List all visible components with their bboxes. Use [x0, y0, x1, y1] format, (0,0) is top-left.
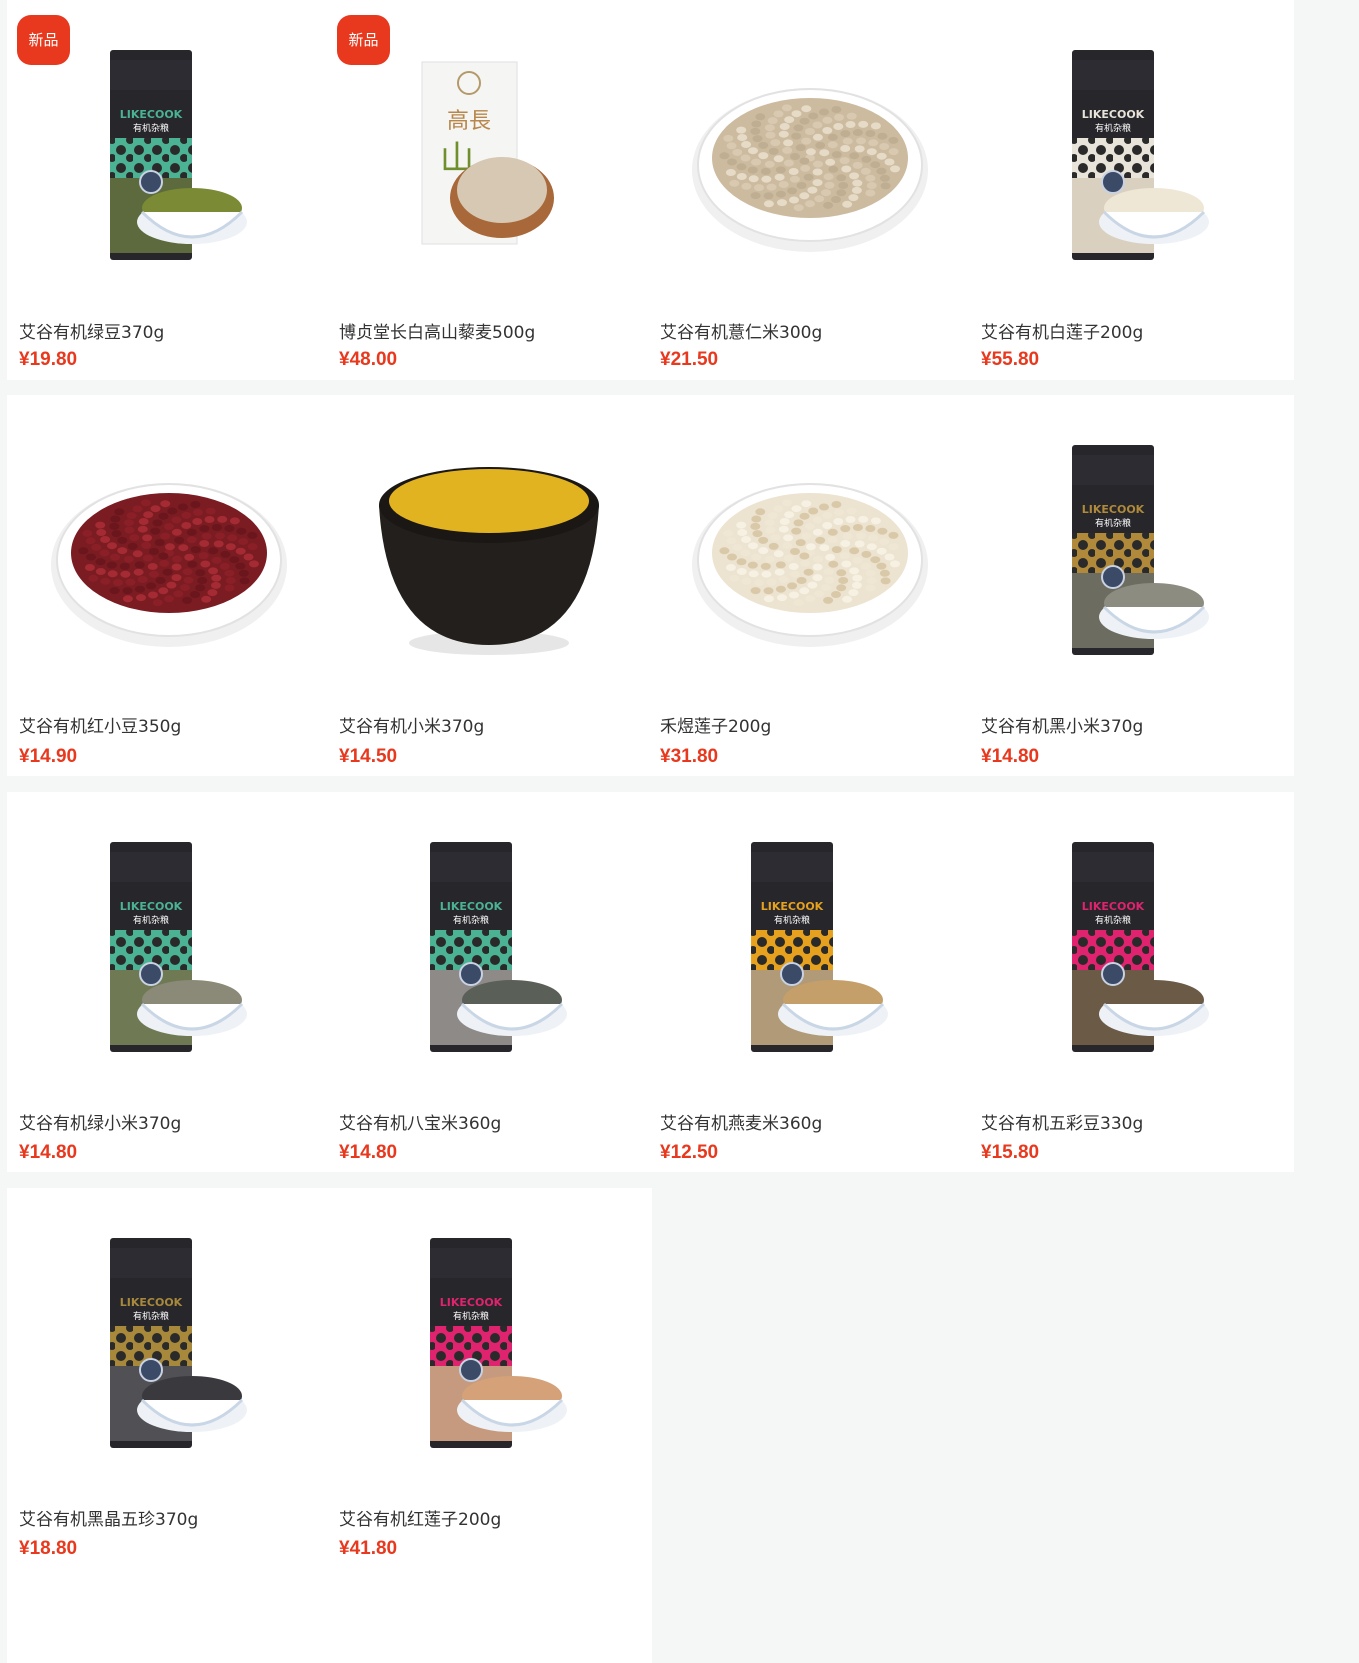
product-card[interactable]: 高長 山 新品 博贞堂长白高山藜麦500g ¥48.00 — [327, 0, 652, 380]
product-price: ¥14.80 — [339, 1142, 398, 1163]
product-name[interactable]: 艾谷有机小米370g — [339, 712, 484, 737]
svg-text:有机杂粮: 有机杂粮 — [1095, 122, 1131, 134]
svg-text:LIKECOOK: LIKECOOK — [1082, 503, 1145, 516]
svg-text:高長: 高長 — [447, 109, 491, 134]
product-price: ¥41.80 — [339, 1538, 398, 1559]
svg-text:有机杂粮: 有机杂粮 — [1095, 517, 1131, 529]
product-price: ¥19.80 — [19, 349, 78, 370]
product-name[interactable]: 艾谷有机黑小米370g — [981, 712, 1143, 737]
product-name[interactable]: 艾谷有机八宝米360g — [339, 1109, 501, 1134]
product-name[interactable]: 艾谷有机绿豆370g — [19, 318, 164, 343]
product-card[interactable]: 艾谷有机小米370g ¥14.50 — [327, 395, 652, 776]
new-badge: 新品 — [17, 15, 70, 65]
svg-text:有机杂粮: 有机杂粮 — [774, 914, 810, 926]
product-image[interactable]: LIKECOOK 有机杂粮 — [969, 0, 1294, 300]
svg-text:LIKECOOK: LIKECOOK — [1082, 108, 1145, 121]
product-name[interactable]: 艾谷有机白莲子200g — [981, 318, 1143, 343]
svg-text:有机杂粮: 有机杂粮 — [133, 1310, 169, 1322]
product-price: ¥14.80 — [981, 746, 1040, 767]
product-card[interactable]: LIKECOOK 有机杂粮 艾谷有机绿小米370g ¥14.80 — [7, 792, 332, 1172]
svg-text:LIKECOOK: LIKECOOK — [120, 900, 183, 913]
product-card[interactable]: 艾谷有机红小豆350g ¥14.90 — [7, 395, 332, 776]
product-price: ¥14.50 — [339, 746, 398, 767]
product-image[interactable]: LIKECOOK 有机杂粮 — [7, 1188, 332, 1488]
product-card[interactable]: LIKECOOK 有机杂粮 艾谷有机黑晶五珍370g ¥18.80 — [7, 1188, 332, 1663]
svg-text:有机杂粮: 有机杂粮 — [453, 914, 489, 926]
product-price: ¥31.80 — [660, 746, 719, 767]
product-price: ¥15.80 — [981, 1142, 1040, 1163]
product-image[interactable]: LIKECOOK 有机杂粮 — [969, 792, 1294, 1092]
product-card[interactable]: LIKECOOK 有机杂粮 艾谷有机八宝米360g ¥14.80 — [327, 792, 652, 1172]
svg-text:有机杂粮: 有机杂粮 — [1095, 914, 1131, 926]
svg-text:有机杂粮: 有机杂粮 — [133, 122, 169, 134]
product-name[interactable]: 艾谷有机红小豆350g — [19, 712, 181, 737]
product-name[interactable]: 艾谷有机五彩豆330g — [981, 1109, 1143, 1134]
product-card[interactable]: LIKECOOK 有机杂粮 艾谷有机红莲子200g ¥41.80 — [327, 1188, 652, 1663]
product-image[interactable]: LIKECOOK 有机杂粮 — [969, 395, 1294, 695]
svg-text:LIKECOOK: LIKECOOK — [440, 900, 503, 913]
product-image[interactable]: LIKECOOK 有机杂粮 — [648, 792, 973, 1092]
product-name[interactable]: 艾谷有机燕麦米360g — [660, 1109, 822, 1134]
product-name[interactable]: 艾谷有机红莲子200g — [339, 1505, 501, 1530]
svg-text:LIKECOOK: LIKECOOK — [120, 1296, 183, 1309]
product-price: ¥14.90 — [19, 746, 78, 767]
product-card[interactable]: 禾煜莲子200g ¥31.80 — [648, 395, 973, 776]
product-name[interactable]: 艾谷有机黑晶五珍370g — [19, 1505, 198, 1530]
product-name[interactable]: 禾煜莲子200g — [660, 712, 771, 737]
product-name[interactable]: 艾谷有机薏仁米300g — [660, 318, 822, 343]
product-image[interactable]: LIKECOOK 有机杂粮 — [327, 1188, 652, 1488]
svg-text:LIKECOOK: LIKECOOK — [440, 1296, 503, 1309]
product-price: ¥48.00 — [339, 349, 398, 370]
product-image[interactable] — [648, 0, 973, 300]
product-price: ¥55.80 — [981, 349, 1040, 370]
product-card[interactable]: LIKECOOK 有机杂粮 艾谷有机五彩豆330g ¥15.80 — [969, 792, 1294, 1172]
svg-text:有机杂粮: 有机杂粮 — [453, 1310, 489, 1322]
svg-text:LIKECOOK: LIKECOOK — [120, 108, 183, 121]
svg-text:有机杂粮: 有机杂粮 — [133, 914, 169, 926]
product-name[interactable]: 博贞堂长白高山藜麦500g — [339, 318, 535, 343]
product-image[interactable] — [7, 395, 332, 695]
product-card[interactable]: LIKECOOK 有机杂粮 艾谷有机黑小米370g ¥14.80 — [969, 395, 1294, 776]
product-image[interactable] — [327, 395, 652, 695]
product-name[interactable]: 艾谷有机绿小米370g — [19, 1109, 181, 1134]
new-badge: 新品 — [337, 15, 390, 65]
product-price: ¥12.50 — [660, 1142, 719, 1163]
product-card[interactable]: LIKECOOK 有机杂粮 新品艾谷有机绿豆370g ¥19.80 — [7, 0, 332, 380]
product-card[interactable]: LIKECOOK 有机杂粮 艾谷有机白莲子200g ¥55.80 — [969, 0, 1294, 380]
product-price: ¥14.80 — [19, 1142, 78, 1163]
product-card[interactable]: 艾谷有机薏仁米300g ¥21.50 — [648, 0, 973, 380]
product-price: ¥21.50 — [660, 349, 719, 370]
product-image[interactable]: LIKECOOK 有机杂粮 — [327, 792, 652, 1092]
product-card[interactable]: LIKECOOK 有机杂粮 艾谷有机燕麦米360g ¥12.50 — [648, 792, 973, 1172]
svg-text:LIKECOOK: LIKECOOK — [1082, 900, 1145, 913]
product-image[interactable] — [648, 395, 973, 695]
svg-text:LIKECOOK: LIKECOOK — [761, 900, 824, 913]
product-price: ¥18.80 — [19, 1538, 78, 1559]
product-image[interactable]: LIKECOOK 有机杂粮 — [7, 792, 332, 1092]
